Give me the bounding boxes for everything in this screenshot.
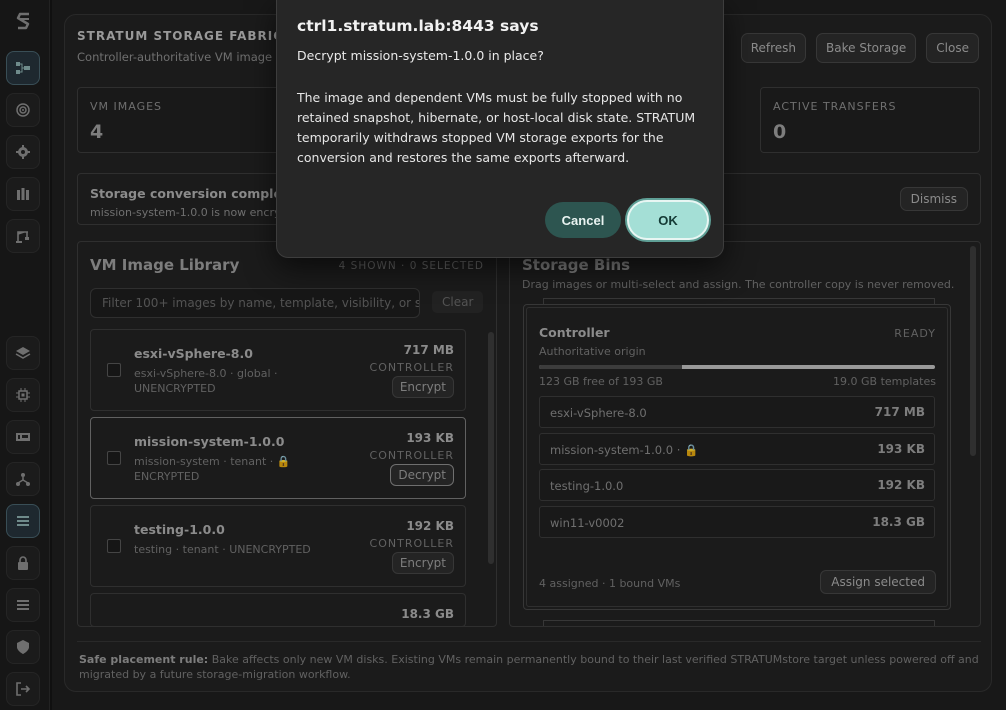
dialog-question: Decrypt mission-system-1.0.0 in place? [297, 48, 544, 63]
dialog-origin: ctrl1.stratum.lab:8443 says [297, 17, 539, 35]
cancel-button[interactable]: Cancel [545, 202, 621, 238]
ok-button[interactable]: OK [627, 200, 709, 240]
confirm-dialog: ctrl1.stratum.lab:8443 says Decrypt miss… [276, 0, 724, 258]
dialog-body: The image and dependent VMs must be full… [297, 90, 696, 165]
